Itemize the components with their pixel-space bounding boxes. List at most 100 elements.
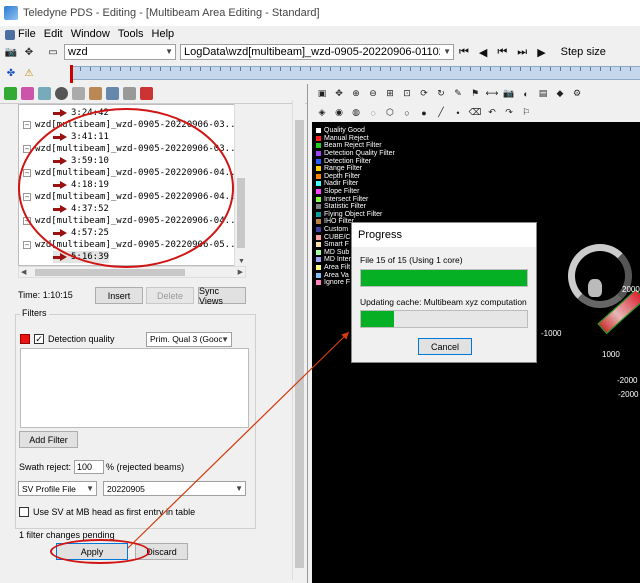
delete-button[interactable]: Delete bbox=[146, 287, 194, 304]
scroll-right-icon[interactable]: ▶ bbox=[238, 268, 243, 276]
scroll-left-icon[interactable]: ◀ bbox=[21, 268, 26, 276]
pan-icon[interactable]: ✥ bbox=[333, 88, 345, 100]
first-file-icon[interactable]: ⏮ bbox=[459, 46, 469, 59]
dot-icon[interactable]: ● bbox=[418, 107, 430, 119]
layers-icon[interactable] bbox=[38, 87, 51, 100]
camera-icon[interactable]: 📷 bbox=[503, 88, 515, 100]
tree-time-row[interactable]: 3:41:11 bbox=[53, 131, 109, 143]
vessel-icon[interactable]: ✥ bbox=[22, 45, 36, 59]
eraser-icon[interactable]: ⌫ bbox=[469, 107, 482, 119]
swath-reject-input[interactable]: 100 bbox=[74, 460, 105, 474]
file-tree[interactable]: 3:24:42 − wzd[multibeam]_wzd-0905-2022090… bbox=[18, 104, 246, 266]
tree-horizontal-scrollbar[interactable]: ◀ ▶ bbox=[18, 266, 246, 278]
rotate-icon[interactable]: ⟳ bbox=[418, 88, 430, 100]
palette-icon[interactable] bbox=[21, 87, 34, 100]
tree-file-row[interactable]: − wzd[multibeam]_wzd-0905-20220906-03... bbox=[23, 119, 241, 131]
select-icon[interactable]: ◉ bbox=[333, 107, 345, 119]
zoom-window-icon[interactable]: ⊞ bbox=[384, 88, 396, 100]
menu-edit[interactable]: Edit bbox=[40, 28, 67, 40]
settings-icon[interactable]: ⚙ bbox=[571, 88, 583, 100]
tree-time-row[interactable]: 3:59:10 bbox=[53, 155, 109, 167]
collapse-icon[interactable]: − bbox=[23, 169, 31, 177]
monitor-icon[interactable]: ▣ bbox=[316, 88, 328, 100]
insert-button[interactable]: Insert bbox=[95, 287, 143, 304]
vessel-list-icon[interactable]: ▭ bbox=[46, 45, 60, 59]
scroll-down-icon[interactable]: ▼ bbox=[238, 258, 245, 265]
scroll-thumb[interactable] bbox=[295, 120, 304, 568]
grid-icon[interactable] bbox=[72, 87, 85, 100]
menu-tools[interactable]: Tools bbox=[114, 28, 148, 40]
tree-time-row[interactable]: 4:37:52 bbox=[53, 203, 109, 215]
tree-file-row[interactable]: − wzd[multibeam]_wzd-0905-20220906-03... bbox=[23, 143, 241, 155]
collapse-icon[interactable]: − bbox=[23, 121, 31, 129]
polygon-icon[interactable]: ⬡ bbox=[384, 107, 396, 119]
shape-icon[interactable] bbox=[106, 87, 119, 100]
scroll-thumb[interactable] bbox=[35, 269, 185, 276]
chart-icon[interactable] bbox=[89, 87, 102, 100]
menu-file[interactable]: File bbox=[2, 28, 40, 40]
tree-time-row[interactable]: 4:18:19 bbox=[53, 179, 109, 191]
step-back-icon[interactable]: ⏮ bbox=[497, 46, 507, 59]
circle-icon[interactable]: ○ bbox=[401, 107, 413, 119]
pencil-icon[interactable]: ✎ bbox=[452, 88, 464, 100]
filter-icon[interactable]: ▤ bbox=[537, 88, 549, 100]
tree-file-row[interactable]: − wzd[multibeam]_wzd-0905-20220906-05... bbox=[23, 239, 241, 251]
warning-icon[interactable]: ⚠ bbox=[22, 66, 36, 80]
zoom-extents-icon[interactable]: ⊡ bbox=[401, 88, 413, 100]
tree-file-row[interactable]: − wzd[multibeam]_wzd-0905-20220906-04... bbox=[23, 191, 241, 203]
filter-row[interactable]: ✓ Detection quality Prim. Qual 3 (Gooc ▼ bbox=[20, 331, 250, 347]
sv-date-select[interactable]: 20220905 ▼ bbox=[103, 481, 246, 496]
menu-window[interactable]: Window bbox=[67, 28, 114, 40]
tree-file-row[interactable]: − wzd[multibeam]_wzd-0905-20220906-04... bbox=[23, 215, 241, 227]
palette-icon[interactable]: ◆ bbox=[554, 88, 566, 100]
filter-list[interactable] bbox=[20, 348, 249, 428]
redo-icon[interactable]: ↷ bbox=[503, 107, 515, 119]
tree-time-row-selected[interactable]: 5:16:39 bbox=[53, 251, 109, 263]
play-icon[interactable]: ▶ bbox=[537, 46, 545, 59]
step-forward-icon[interactable]: ⏭ bbox=[517, 46, 527, 59]
compass-dial[interactable] bbox=[568, 244, 632, 308]
flag-icon[interactable]: ⚑ bbox=[469, 88, 481, 100]
apply-button[interactable]: Apply bbox=[56, 543, 128, 560]
camera-icon[interactable]: 📷 bbox=[4, 45, 18, 59]
target-icon[interactable] bbox=[55, 87, 68, 100]
tag-icon[interactable]: ⚐ bbox=[520, 107, 532, 119]
tree-time-row[interactable]: 3:24:42 bbox=[53, 107, 109, 119]
collapse-icon[interactable]: − bbox=[23, 241, 31, 249]
cube-icon[interactable] bbox=[4, 87, 17, 100]
collapse-icon[interactable]: − bbox=[23, 217, 31, 225]
add-filter-button[interactable]: Add Filter bbox=[19, 431, 78, 448]
menu-help[interactable]: Help bbox=[148, 28, 179, 40]
cancel-button[interactable]: Cancel bbox=[418, 338, 472, 355]
measure-icon[interactable]: ⟷ bbox=[486, 88, 499, 100]
nav-icon[interactable] bbox=[140, 87, 153, 100]
sv-type-select[interactable]: SV Profile File ▼ bbox=[18, 481, 97, 496]
prev-icon[interactable]: ◀ bbox=[479, 46, 487, 59]
use-sv-row[interactable]: Use SV at MB head as first entry in tabl… bbox=[19, 507, 195, 517]
accept-icon[interactable]: ◌ bbox=[367, 107, 379, 119]
tree-time-row[interactable]: 4:57:25 bbox=[53, 227, 109, 239]
tree-vertical-scrollbar[interactable]: ▼ bbox=[234, 104, 246, 266]
left-panel-scrollbar[interactable] bbox=[292, 100, 305, 580]
time-slider[interactable] bbox=[70, 65, 640, 83]
zoom-in-icon[interactable]: ⊕ bbox=[350, 88, 362, 100]
triangle-icon[interactable] bbox=[123, 87, 136, 100]
zoom-out-icon[interactable]: ⊖ bbox=[367, 88, 379, 100]
filter-checkbox[interactable]: ✓ bbox=[34, 334, 44, 344]
tree-file-row[interactable]: − wzd[multibeam]_wzd-0905-20220906-04... bbox=[23, 167, 241, 179]
vessel-select[interactable]: wzd ▼ bbox=[64, 44, 176, 60]
use-sv-checkbox[interactable] bbox=[19, 507, 29, 517]
scroll-thumb[interactable] bbox=[237, 178, 245, 248]
collapse-icon[interactable]: − bbox=[23, 145, 31, 153]
filter-color-swatch[interactable] bbox=[20, 334, 30, 344]
collapse-icon[interactable]: − bbox=[23, 193, 31, 201]
color-icon[interactable]: ◐ bbox=[520, 88, 532, 100]
select-tool-icon[interactable]: ✤ bbox=[4, 66, 18, 80]
refresh-icon[interactable]: ↻ bbox=[435, 88, 447, 100]
discard-button[interactable]: Discard bbox=[135, 543, 188, 560]
undo-icon[interactable]: ↶ bbox=[486, 107, 498, 119]
layer-icon[interactable]: ◈ bbox=[316, 107, 328, 119]
sync-views-button[interactable]: Sync Views bbox=[198, 286, 246, 306]
filter-option-select[interactable]: Prim. Qual 3 (Gooc ▼ bbox=[146, 331, 232, 347]
reject-icon[interactable]: ◍ bbox=[350, 107, 362, 119]
